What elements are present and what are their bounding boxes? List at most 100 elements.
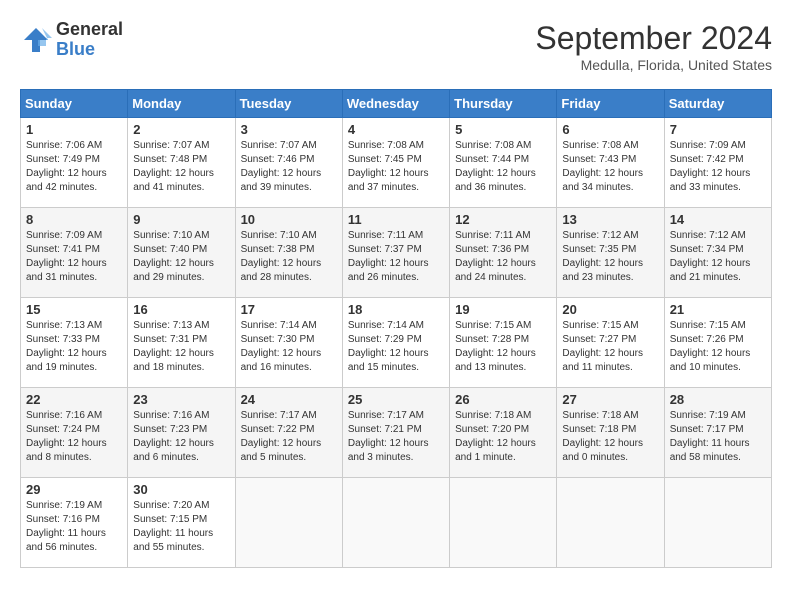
day-number: 25 — [348, 392, 444, 407]
day-number: 29 — [26, 482, 122, 497]
calendar-cell: 17 Sunrise: 7:14 AMSunset: 7:30 PMDayligh… — [235, 298, 342, 388]
title-area: September 2024 Medulla, Florida, United … — [535, 20, 772, 73]
day-number: 10 — [241, 212, 337, 227]
cell-info: Sunrise: 7:07 AMSunset: 7:46 PMDaylight:… — [241, 139, 337, 195]
cell-info: Sunrise: 7:12 AMSunset: 7:35 PMDaylight:… — [562, 229, 658, 285]
day-number: 1 — [26, 122, 122, 137]
day-number: 2 — [133, 122, 229, 137]
calendar-cell: 7Sunrise: 7:09 AMSunset: 7:42 PMDaylight… — [664, 118, 771, 208]
cell-info: Sunrise: 7:15 AMSunset: 7:27 PMDaylight:… — [562, 319, 658, 375]
month-title: September 2024 — [535, 20, 772, 57]
cell-info: Sunrise: 7:10 AMSunset: 7:38 PMDaylight:… — [241, 229, 337, 285]
header-friday: Friday — [557, 90, 664, 118]
calendar-cell: 2 Sunrise: 7:07 AMSunset: 7:48 PMDaylight… — [128, 118, 235, 208]
cell-info: Sunrise: 7:15 AMSunset: 7:26 PMDaylight:… — [670, 319, 766, 375]
calendar-week-row: 29 Sunrise: 7:19 AMSunset: 7:16 PMDayligh… — [21, 478, 772, 568]
calendar-cell: 16 Sunrise: 7:13 AMSunset: 7:31 PMDayligh… — [128, 298, 235, 388]
location: Medulla, Florida, United States — [535, 57, 772, 73]
cell-info: Sunrise: 7:16 AMSunset: 7:24 PMDaylight:… — [26, 409, 122, 465]
logo: General Blue — [20, 20, 123, 60]
day-number: 19 — [455, 302, 551, 317]
cell-info: Sunrise: 7:14 AMSunset: 7:30 PMDaylight:… — [241, 319, 337, 375]
day-number: 26 — [455, 392, 551, 407]
calendar-cell: 1 Sunrise: 7:06 AMSunset: 7:49 PMDaylight… — [21, 118, 128, 208]
cell-info: Sunrise: 7:20 AMSunset: 7:15 PMDaylight:… — [133, 499, 229, 555]
calendar-cell: 8 Sunrise: 7:09 AMSunset: 7:41 PMDaylight… — [21, 208, 128, 298]
day-number: 13 — [562, 212, 658, 227]
calendar-cell: 29 Sunrise: 7:19 AMSunset: 7:16 PMDayligh… — [21, 478, 128, 568]
calendar-week-row: 1 Sunrise: 7:06 AMSunset: 7:49 PMDaylight… — [21, 118, 772, 208]
header-tuesday: Tuesday — [235, 90, 342, 118]
cell-info: Sunrise: 7:09 AMSunset: 7:41 PMDaylight:… — [26, 229, 122, 285]
day-number: 17 — [241, 302, 337, 317]
day-number: 18 — [348, 302, 444, 317]
cell-info: Sunrise: 7:06 AMSunset: 7:49 PMDaylight:… — [26, 139, 122, 195]
cell-info: Sunrise: 7:13 AMSunset: 7:33 PMDaylight:… — [26, 319, 122, 375]
calendar-cell: 19 Sunrise: 7:15 AMSunset: 7:28 PMDayligh… — [450, 298, 557, 388]
cell-info: Sunrise: 7:08 AMSunset: 7:43 PMDaylight:… — [562, 139, 658, 195]
cell-info: Sunrise: 7:07 AMSunset: 7:48 PMDaylight:… — [133, 139, 229, 195]
logo-icon — [20, 26, 52, 54]
cell-info: Sunrise: 7:11 AMSunset: 7:37 PMDaylight:… — [348, 229, 444, 285]
day-number: 30 — [133, 482, 229, 497]
calendar-cell: 18Sunrise: 7:14 AMSunset: 7:29 PMDayligh… — [342, 298, 449, 388]
header-thursday: Thursday — [450, 90, 557, 118]
day-number: 16 — [133, 302, 229, 317]
cell-info: Sunrise: 7:10 AMSunset: 7:40 PMDaylight:… — [133, 229, 229, 285]
calendar-cell: 24 Sunrise: 7:17 AMSunset: 7:22 PMDayligh… — [235, 388, 342, 478]
cell-info: Sunrise: 7:08 AMSunset: 7:44 PMDaylight:… — [455, 139, 551, 195]
logo-text: General Blue — [56, 20, 123, 60]
cell-info: Sunrise: 7:12 AMSunset: 7:34 PMDaylight:… — [670, 229, 766, 285]
calendar-cell — [450, 478, 557, 568]
calendar-cell: 11 Sunrise: 7:11 AMSunset: 7:37 PMDayligh… — [342, 208, 449, 298]
cell-info: Sunrise: 7:08 AMSunset: 7:45 PMDaylight:… — [348, 139, 444, 195]
calendar-week-row: 22 Sunrise: 7:16 AMSunset: 7:24 PMDayligh… — [21, 388, 772, 478]
day-number: 8 — [26, 212, 122, 227]
calendar-cell — [342, 478, 449, 568]
day-number: 28 — [670, 392, 766, 407]
cell-info: Sunrise: 7:15 AMSunset: 7:28 PMDaylight:… — [455, 319, 551, 375]
cell-info: Sunrise: 7:17 AMSunset: 7:22 PMDaylight:… — [241, 409, 337, 465]
day-number: 15 — [26, 302, 122, 317]
day-number: 5 — [455, 122, 551, 137]
cell-info: Sunrise: 7:19 AMSunset: 7:17 PMDaylight:… — [670, 409, 766, 465]
day-number: 12 — [455, 212, 551, 227]
calendar-cell: 27 Sunrise: 7:18 AMSunset: 7:18 PMDayligh… — [557, 388, 664, 478]
calendar-cell: 9 Sunrise: 7:10 AMSunset: 7:40 PMDaylight… — [128, 208, 235, 298]
header-sunday: Sunday — [21, 90, 128, 118]
day-number: 24 — [241, 392, 337, 407]
day-number: 20 — [562, 302, 658, 317]
calendar-cell: 13 Sunrise: 7:12 AMSunset: 7:35 PMDayligh… — [557, 208, 664, 298]
day-number: 6 — [562, 122, 658, 137]
header-saturday: Saturday — [664, 90, 771, 118]
calendar-cell: 10 Sunrise: 7:10 AMSunset: 7:38 PMDayligh… — [235, 208, 342, 298]
day-number: 11 — [348, 212, 444, 227]
cell-info: Sunrise: 7:19 AMSunset: 7:16 PMDaylight:… — [26, 499, 122, 555]
header-monday: Monday — [128, 90, 235, 118]
calendar-cell: 4 Sunrise: 7:08 AMSunset: 7:45 PMDaylight… — [342, 118, 449, 208]
cell-info: Sunrise: 7:16 AMSunset: 7:23 PMDaylight:… — [133, 409, 229, 465]
cell-info: Sunrise: 7:11 AMSunset: 7:36 PMDaylight:… — [455, 229, 551, 285]
calendar-cell: 20 Sunrise: 7:15 AMSunset: 7:27 PMDayligh… — [557, 298, 664, 388]
calendar-cell: 12 Sunrise: 7:11 AMSunset: 7:36 PMDayligh… — [450, 208, 557, 298]
calendar-cell: 6 Sunrise: 7:08 AMSunset: 7:43 PMDaylight… — [557, 118, 664, 208]
calendar-table: SundayMondayTuesdayWednesdayThursdayFrid… — [20, 89, 772, 568]
day-number: 27 — [562, 392, 658, 407]
day-number: 23 — [133, 392, 229, 407]
day-number: 22 — [26, 392, 122, 407]
calendar-cell: 5 Sunrise: 7:08 AMSunset: 7:44 PMDaylight… — [450, 118, 557, 208]
cell-info: Sunrise: 7:09 AMSunset: 7:42 PMDaylight:… — [670, 139, 766, 195]
calendar-cell: 21Sunrise: 7:15 AMSunset: 7:26 PMDayligh… — [664, 298, 771, 388]
day-number: 9 — [133, 212, 229, 227]
calendar-cell: 28 Sunrise: 7:19 AMSunset: 7:17 PMDayligh… — [664, 388, 771, 478]
calendar-week-row: 8 Sunrise: 7:09 AMSunset: 7:41 PMDaylight… — [21, 208, 772, 298]
cell-info: Sunrise: 7:13 AMSunset: 7:31 PMDaylight:… — [133, 319, 229, 375]
cell-info: Sunrise: 7:18 AMSunset: 7:18 PMDaylight:… — [562, 409, 658, 465]
calendar-cell — [664, 478, 771, 568]
calendar-cell: 30 Sunrise: 7:20 AMSunset: 7:15 PMDayligh… — [128, 478, 235, 568]
calendar-cell: 25Sunrise: 7:17 AMSunset: 7:21 PMDayligh… — [342, 388, 449, 478]
day-number: 4 — [348, 122, 444, 137]
logo-blue: Blue — [56, 40, 123, 60]
day-number: 3 — [241, 122, 337, 137]
calendar-week-row: 15 Sunrise: 7:13 AMSunset: 7:33 PMDayligh… — [21, 298, 772, 388]
